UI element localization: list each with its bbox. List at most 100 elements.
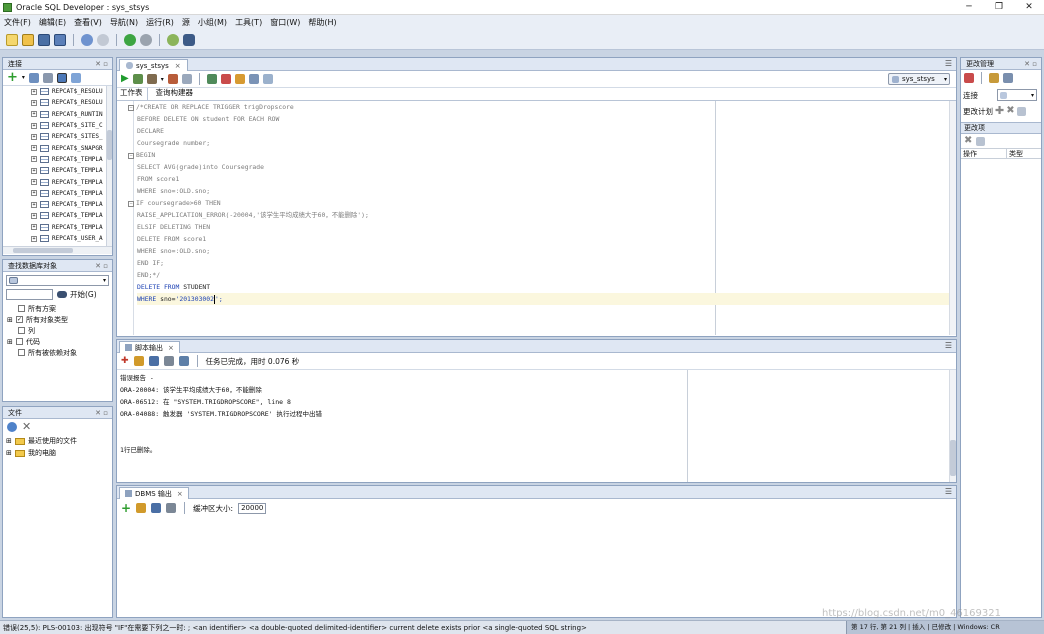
tree-item[interactable]: + REPCAT$_SITE_C <box>3 120 112 131</box>
code-line[interactable]: − IF coursegrade>60 THEN <box>128 197 950 209</box>
menu-file[interactable]: 文件(F) <box>4 17 31 28</box>
tab-list-icon[interactable]: ☰ <box>945 487 952 496</box>
connection-dropdown[interactable]: ▾ <box>997 89 1037 101</box>
code-line[interactable]: −/*CREATE OR REPLACE TRIGGER trigDropsco… <box>128 101 950 113</box>
chevron-down-icon[interactable]: ▾ <box>22 74 25 81</box>
code-line[interactable]: WHERE sno=:OLD.sno; <box>137 245 950 257</box>
tree-item[interactable]: + REPCAT$_TEMPLA <box>3 188 112 199</box>
forward-icon[interactable] <box>140 33 152 46</box>
code-line-current[interactable]: WHERE sno='201303002'; <box>137 293 950 305</box>
change-icon[interactable] <box>964 73 974 83</box>
tab-script-output[interactable]: 脚本输出 × <box>119 341 180 353</box>
tree-item[interactable]: + REPCAT$_TEMPLA <box>3 210 112 221</box>
tree-item[interactable]: + REPCAT$_SNAPGR <box>3 142 112 153</box>
checkbox[interactable] <box>18 349 25 356</box>
delete-icon[interactable]: ✕ <box>22 421 31 432</box>
tree-item[interactable]: + REPCAT$_TEMPLA <box>3 165 112 176</box>
fold-icon[interactable]: − <box>128 153 134 159</box>
code-line[interactable]: DELETE FROM score1 <box>137 233 950 245</box>
search-input[interactable] <box>6 289 53 300</box>
tree-item[interactable]: + REPCAT$_USER_A <box>3 233 112 244</box>
tree-item[interactable]: + REPCAT$_RESOLU <box>3 97 112 108</box>
migrate-icon[interactable] <box>167 33 179 46</box>
history-icon[interactable] <box>248 74 259 84</box>
code-line[interactable]: END;*/ <box>137 269 950 281</box>
open-folder-icon[interactable] <box>22 33 34 46</box>
search-button[interactable]: 开始(G) <box>57 289 97 300</box>
menu-tools[interactable]: 工具(T) <box>235 17 262 28</box>
maximize-button[interactable]: ❐ <box>984 0 1014 15</box>
export-icon[interactable] <box>989 73 999 83</box>
option-columns[interactable]: 列 <box>3 325 112 336</box>
tree-item[interactable]: + REPCAT$_TEMPLA <box>3 176 112 187</box>
expand-icon[interactable]: ⊞ <box>7 338 16 346</box>
copy-icon[interactable] <box>976 136 986 146</box>
tab-query-builder[interactable]: 查询构建器 <box>148 87 198 100</box>
expand-icon[interactable]: ⊞ <box>7 316 16 324</box>
autotrace-icon[interactable] <box>146 74 157 84</box>
scrollbar-thumb[interactable] <box>13 248 73 253</box>
add-icon[interactable]: ✚ <box>995 105 1004 116</box>
fold-icon[interactable]: − <box>128 201 134 207</box>
import-icon[interactable] <box>1003 73 1013 83</box>
rollback-icon[interactable] <box>220 74 231 84</box>
save-icon[interactable] <box>38 33 50 46</box>
code-line[interactable]: WHERE sno=:OLD.sno; <box>137 185 950 197</box>
checkbox[interactable] <box>18 327 25 334</box>
scrollbar-thumb[interactable] <box>950 440 956 476</box>
eraser-icon[interactable] <box>136 503 147 513</box>
refresh-icon[interactable] <box>7 422 17 432</box>
connections-icon[interactable] <box>70 72 81 83</box>
new-file-icon[interactable] <box>6 33 18 46</box>
run-statement-icon[interactable]: ▶ <box>121 74 129 84</box>
add-connection-icon[interactable]: + <box>7 71 18 84</box>
connection-select[interactable]: ▾ <box>6 275 109 286</box>
option-all-schemas[interactable]: 所有方案 <box>3 303 112 314</box>
binoculars-icon[interactable] <box>183 33 195 46</box>
tree-item[interactable]: + REPCAT$_RESOLU <box>3 86 112 97</box>
code-line[interactable]: Coursegrade number; <box>137 137 950 149</box>
sql-tuning-icon[interactable] <box>181 74 192 84</box>
close-tab-icon[interactable]: × <box>168 344 174 352</box>
close-button[interactable]: ✕ <box>1014 0 1044 15</box>
column-operation[interactable]: 操作 <box>961 149 1007 158</box>
copy-icon[interactable] <box>1016 106 1026 116</box>
code-line[interactable]: SELECT AVG(grade)into Coursegrade <box>137 161 950 173</box>
tree-item[interactable]: + REPCAT$_SITES_ <box>3 131 112 142</box>
tab-sys-stsys[interactable]: sys_stsys × <box>119 59 188 71</box>
menu-team[interactable]: 小组(M) <box>198 17 227 28</box>
expand-icon[interactable]: ⊞ <box>6 449 15 457</box>
fold-icon[interactable]: − <box>128 105 134 111</box>
pin-icon[interactable]: ✚ <box>121 356 129 366</box>
tree-item[interactable]: + REPCAT$_TEMPLA <box>3 222 112 233</box>
save-icon[interactable] <box>148 356 159 366</box>
refresh-icon[interactable] <box>28 72 39 83</box>
tree-item-my-computer[interactable]: ⊞ 我的电脑 <box>3 447 112 459</box>
menu-view[interactable]: 查看(V) <box>74 17 102 28</box>
checkbox[interactable] <box>18 305 25 312</box>
run-script-icon[interactable] <box>132 74 143 84</box>
code-lines[interactable]: −/*CREATE OR REPLACE TRIGGER trigDropsco… <box>128 101 950 305</box>
menu-navigate[interactable]: 导航(N) <box>110 17 138 28</box>
close-icon[interactable]: ✕ ▫ <box>95 262 108 270</box>
code-editor[interactable]: −/*CREATE OR REPLACE TRIGGER trigDropsco… <box>117 101 956 335</box>
code-line[interactable]: ELSIF DELETING THEN <box>137 221 950 233</box>
close-tab-icon[interactable]: × <box>177 490 183 498</box>
tab-worksheet[interactable]: 工作表 <box>117 87 148 100</box>
connection-selector[interactable]: sys_stsys ▾ <box>888 73 950 85</box>
schema-browser-icon[interactable] <box>56 72 67 83</box>
save-all-icon[interactable] <box>54 33 66 46</box>
redo-icon[interactable] <box>97 33 109 46</box>
eraser-icon[interactable] <box>234 74 245 84</box>
code-line[interactable]: END IF; <box>137 257 950 269</box>
menu-edit[interactable]: 编辑(E) <box>39 17 66 28</box>
code-line[interactable]: RAISE_APPLICATION_ERROR(-20004,'该学生平均成绩大… <box>137 209 950 221</box>
menu-help[interactable]: 帮助(H) <box>308 17 336 28</box>
undo-icon[interactable] <box>81 33 93 46</box>
expand-icon[interactable]: ⊞ <box>6 437 15 445</box>
close-icon[interactable]: ✕ ▫ <box>95 60 108 68</box>
checkbox-checked[interactable]: ✓ <box>16 316 23 323</box>
explain-plan-icon[interactable] <box>167 74 178 84</box>
code-line[interactable]: FROM score1 <box>137 173 950 185</box>
delete-icon[interactable]: ✖ <box>964 136 972 146</box>
